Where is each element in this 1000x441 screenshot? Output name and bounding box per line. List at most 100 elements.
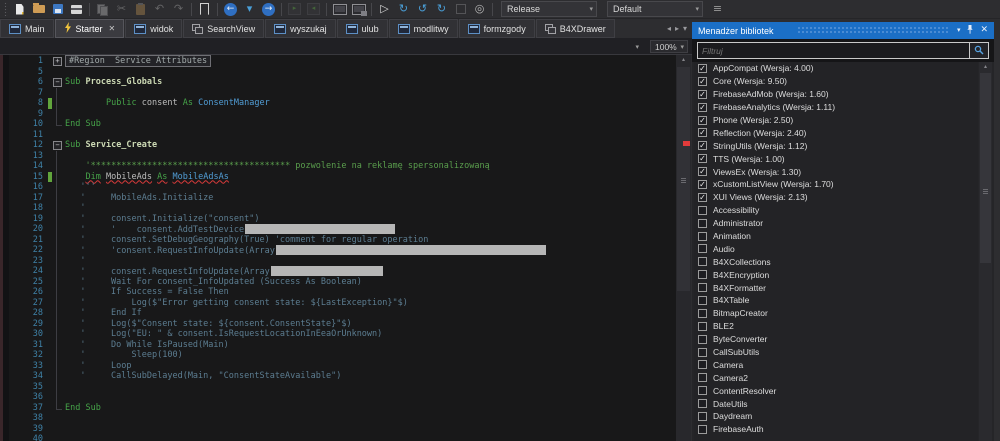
conditional-symbols-combo[interactable]: Default ▾: [607, 1, 703, 17]
library-checkbox[interactable]: [698, 360, 707, 370]
library-checkbox[interactable]: ✓: [698, 179, 707, 189]
library-checkbox[interactable]: ✓: [698, 128, 707, 138]
library-checkbox[interactable]: ✓: [698, 76, 707, 86]
library-item[interactable]: FirebaseAuth: [694, 423, 978, 436]
panel-menu-icon[interactable]: ▾: [957, 26, 961, 35]
tab-scroll-right-icon[interactable]: ▸: [675, 24, 679, 33]
toolbar-overflow[interactable]: ≡: [709, 2, 726, 17]
library-checkbox[interactable]: ✓: [698, 63, 707, 73]
fold-expand-icon[interactable]: +: [53, 57, 62, 66]
close-icon[interactable]: ✕: [980, 26, 988, 35]
tab-scroll-left-icon[interactable]: ◂: [667, 24, 671, 33]
library-item[interactable]: B4XFormatter: [694, 281, 978, 294]
library-checkbox[interactable]: [698, 283, 707, 293]
run-button[interactable]: ▷: [376, 2, 393, 17]
library-item[interactable]: ✓ ViewsEx (Wersja: 1.30): [694, 165, 978, 178]
library-scrollbar[interactable]: ▴: [979, 62, 992, 441]
library-checkbox[interactable]: [698, 424, 707, 434]
library-checkbox[interactable]: ✓: [698, 89, 707, 99]
library-checkbox[interactable]: [698, 321, 707, 331]
close-icon[interactable]: ✕: [109, 24, 116, 33]
library-item[interactable]: ✓ TTS (Wersja: 1.00): [694, 152, 978, 165]
navigate-forward-button[interactable]: →: [260, 2, 277, 17]
scroll-up-icon[interactable]: ▴: [676, 56, 691, 63]
library-item[interactable]: DateUtils: [694, 397, 978, 410]
pin-icon[interactable]: [966, 24, 974, 37]
library-checkbox[interactable]: [698, 347, 707, 357]
scroll-up-icon[interactable]: ▴: [979, 63, 992, 70]
library-checkbox[interactable]: [698, 257, 707, 267]
panel-title-bar[interactable]: Menadżer bibliotek ▾ ✕: [692, 22, 994, 39]
library-item[interactable]: ✓ Phone (Wersja: 2.50): [694, 114, 978, 127]
library-checkbox[interactable]: ✓: [698, 167, 707, 177]
compile-run-button[interactable]: ↻: [395, 2, 412, 17]
search-button[interactable]: [969, 43, 988, 58]
library-checkbox[interactable]: [698, 411, 707, 421]
error-marker[interactable]: [683, 141, 690, 146]
library-item[interactable]: B4XTable: [694, 294, 978, 307]
library-item[interactable]: B4XEncryption: [694, 268, 978, 281]
library-checkbox[interactable]: [698, 399, 707, 409]
designer-button[interactable]: [331, 2, 348, 17]
library-item[interactable]: BLE2: [694, 320, 978, 333]
library-item[interactable]: ByteConverter: [694, 333, 978, 346]
rapid-debug-button[interactable]: ↺: [414, 2, 431, 17]
toolbar-grip[interactable]: [4, 2, 8, 16]
library-checkbox[interactable]: ✓: [698, 154, 707, 164]
library-item[interactable]: ✓ FirebaseAdMob (Wersja: 1.60): [694, 88, 978, 101]
library-checkbox[interactable]: [698, 244, 707, 254]
library-item[interactable]: BitmapCreator: [694, 307, 978, 320]
library-checkbox[interactable]: [698, 205, 707, 215]
library-item[interactable]: Camera: [694, 358, 978, 371]
tab-wyszukaj[interactable]: wyszukaj: [265, 19, 336, 38]
code-editor[interactable]: 1 + #Region Service Attributes 5 6− Sub Proce…: [0, 55, 676, 441]
library-item[interactable]: Audio: [694, 242, 978, 255]
library-item[interactable]: B4XCollections: [694, 255, 978, 268]
fold-collapse-icon[interactable]: −: [53, 141, 62, 150]
tab-modlitwy[interactable]: modlitwy: [388, 19, 458, 38]
library-checkbox[interactable]: [698, 231, 707, 241]
scrollbar-thumb[interactable]: [980, 73, 991, 263]
library-item[interactable]: ContentResolver: [694, 384, 978, 397]
library-item[interactable]: ✓ FirebaseAnalytics (Wersja: 1.11): [694, 101, 978, 114]
tab-b4xdrawer[interactable]: B4XDrawer: [535, 19, 615, 38]
library-checkbox[interactable]: [698, 218, 707, 228]
tab-ulub[interactable]: ulub: [336, 19, 388, 38]
tab-main[interactable]: Main: [0, 19, 54, 38]
navigate-back-button[interactable]: ←: [222, 2, 239, 17]
library-item[interactable]: ✓ AppCompat (Wersja: 4.00): [694, 62, 978, 75]
library-checkbox[interactable]: [698, 373, 707, 383]
filter-input[interactable]: [698, 43, 969, 58]
library-checkbox[interactable]: ✓: [698, 192, 707, 202]
tab-searchview[interactable]: SearchView: [183, 19, 265, 38]
library-item[interactable]: Camera2: [694, 371, 978, 384]
library-item[interactable]: ✓ Core (Wersja: 9.50): [694, 75, 978, 88]
clean-project-button[interactable]: ◎: [471, 2, 488, 17]
library-item[interactable]: Daydream: [694, 410, 978, 423]
library-item[interactable]: CallSubUtils: [694, 346, 978, 359]
library-item[interactable]: ✓ StringUtils (Wersja: 1.12): [694, 139, 978, 152]
library-checkbox[interactable]: [698, 270, 707, 280]
tab-formzgody[interactable]: formzgody: [458, 19, 535, 38]
bridge-button[interactable]: [350, 2, 367, 17]
library-item[interactable]: Accessibility: [694, 204, 978, 217]
navigate-back-caret[interactable]: ▾: [241, 2, 258, 17]
tab-widok[interactable]: widok: [125, 19, 183, 38]
bookmark-button[interactable]: [196, 2, 213, 17]
library-item[interactable]: Animation: [694, 230, 978, 243]
library-checkbox[interactable]: [698, 308, 707, 318]
open-button[interactable]: [30, 2, 47, 17]
library-checkbox[interactable]: [698, 386, 707, 396]
save-button[interactable]: [49, 2, 66, 17]
library-checkbox[interactable]: ✓: [698, 102, 707, 112]
scrollbar-thumb[interactable]: [677, 67, 690, 291]
library-item[interactable]: ✓ XUI Views (Wersja: 2.13): [694, 191, 978, 204]
editor-vertical-scrollbar[interactable]: ▴: [676, 55, 691, 441]
new-button[interactable]: [11, 2, 28, 17]
fold-collapse-icon[interactable]: −: [53, 78, 62, 87]
library-checkbox[interactable]: ✓: [698, 141, 707, 151]
tab-list-menu-icon[interactable]: ▾: [683, 24, 687, 33]
export-zip-button[interactable]: [68, 2, 85, 17]
library-checkbox[interactable]: [698, 334, 707, 344]
tab-starter[interactable]: Starter ✕: [54, 19, 125, 38]
